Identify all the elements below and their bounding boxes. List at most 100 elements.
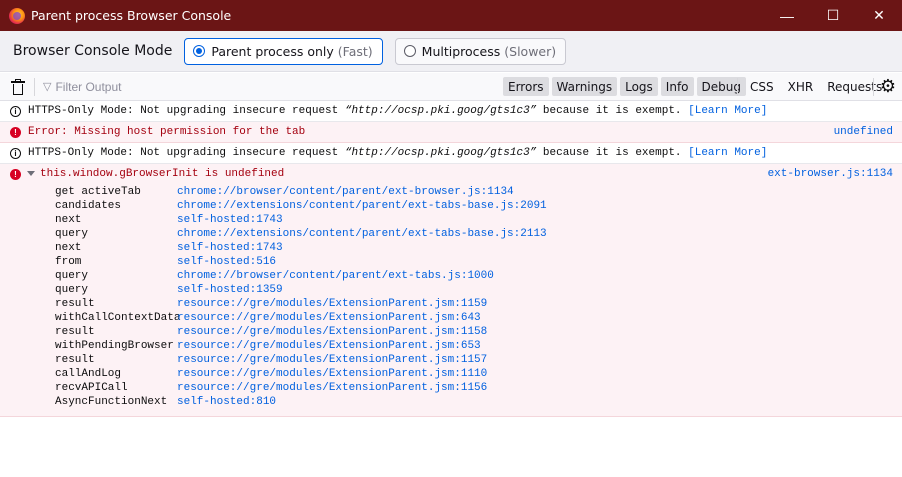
message-text: HTTPS-Only Mode: Not upgrading insecure … bbox=[28, 105, 768, 117]
stack-frame: next self-hosted:1743 bbox=[55, 242, 547, 256]
filter-debug-button[interactable]: Debug bbox=[696, 77, 746, 96]
stack-frame: next self-hosted:1743 bbox=[55, 214, 547, 228]
frame-source-link[interactable]: self-hosted:1359 bbox=[177, 284, 283, 298]
filter-logs-button[interactable]: Logs bbox=[620, 77, 658, 96]
stack-frame: callAndLog resource://gre/modules/Extensi… bbox=[55, 368, 547, 382]
stack-frame: from self-hosted:516 bbox=[55, 256, 547, 270]
frame-function-name: callAndLog bbox=[55, 368, 122, 380]
stack-frame: candidates chrome://extensions/content/pa… bbox=[55, 200, 547, 214]
info-icon: i bbox=[10, 106, 21, 117]
radio-selected-icon[interactable] bbox=[193, 45, 206, 57]
message-text: Error: Missing host permission for the t… bbox=[28, 126, 306, 138]
filter-requests-button[interactable]: Requests bbox=[822, 77, 887, 96]
frame-function-name: query bbox=[55, 284, 89, 296]
window-controls: — ☐ ✕ bbox=[764, 0, 902, 31]
filter-warnings-button[interactable]: Warnings bbox=[551, 77, 618, 96]
firefox-logo-icon bbox=[9, 7, 25, 24]
filter-xhr-button[interactable]: XHR bbox=[783, 77, 819, 96]
frame-function-name: recvAPICall bbox=[55, 382, 128, 394]
frame-source-link[interactable]: self-hosted:1743 bbox=[177, 242, 283, 256]
stack-frame: recvAPICall resource://gre/modules/Extens… bbox=[55, 382, 547, 396]
frame-source-link[interactable]: resource://gre/modules/ExtensionParent.j… bbox=[177, 312, 481, 326]
option-hint: (Slower) bbox=[504, 43, 557, 59]
frame-source-link[interactable]: chrome://extensions/content/parent/ext-t… bbox=[177, 200, 547, 214]
maximize-button[interactable]: ☐ bbox=[810, 0, 856, 31]
message-location-link[interactable]: undefined bbox=[834, 126, 893, 138]
clear-console-trash-icon[interactable] bbox=[11, 78, 25, 95]
learn-more-link[interactable]: [Learn More] bbox=[688, 105, 767, 117]
radio-unselected-icon[interactable] bbox=[403, 45, 416, 57]
title-bar: Parent process Browser Console — ☐ ✕ bbox=[0, 0, 902, 31]
multiprocess-option[interactable]: Multiprocess (Slower) bbox=[394, 37, 567, 65]
log-level-filters: Errors Warnings Logs Info Debug bbox=[503, 77, 746, 96]
frame-function-name: candidates bbox=[55, 200, 122, 212]
parent-process-only-option[interactable]: Parent process only (Fast) bbox=[184, 37, 383, 65]
filter-errors-button[interactable]: Errors bbox=[503, 77, 549, 96]
collapse-twisty-icon[interactable] bbox=[27, 171, 35, 176]
option-hint: (Fast) bbox=[337, 43, 373, 59]
frame-function-name: next bbox=[55, 242, 82, 254]
frame-function-name: result bbox=[55, 326, 95, 338]
console-message-info: i HTTPS-Only Mode: Not upgrading insecur… bbox=[0, 143, 902, 164]
console-mode-bar: Browser Console Mode Parent process only… bbox=[0, 31, 902, 72]
divider bbox=[873, 78, 874, 96]
stack-frame: result resource://gre/modules/ExtensionPa… bbox=[55, 354, 547, 368]
error-icon: ! bbox=[10, 169, 21, 180]
filter-funnel-icon: ▽ bbox=[43, 81, 52, 93]
divider bbox=[34, 77, 35, 96]
stack-frame: result resource://gre/modules/ExtensionPa… bbox=[55, 298, 547, 312]
settings-gear-icon[interactable]: ⚙ bbox=[879, 77, 897, 95]
frame-source-link[interactable]: chrome://extensions/content/parent/ext-t… bbox=[177, 228, 547, 242]
divider bbox=[737, 78, 738, 96]
message-location-link[interactable]: ext-browser.js:1134 bbox=[768, 168, 893, 180]
console-message-info: i HTTPS-Only Mode: Not upgrading insecur… bbox=[0, 101, 902, 122]
frame-source-link[interactable]: chrome://browser/content/parent/ext-tabs… bbox=[177, 270, 494, 284]
minimize-button[interactable]: — bbox=[764, 0, 810, 31]
frame-function-name: withPendingBrowser bbox=[55, 340, 174, 352]
error-icon: ! bbox=[10, 127, 21, 138]
learn-more-link[interactable]: [Learn More] bbox=[688, 147, 767, 159]
stack-frame: withPendingBrowser resource://gre/modules… bbox=[55, 340, 547, 354]
console-output: i HTTPS-Only Mode: Not upgrading insecur… bbox=[0, 101, 902, 477]
filter-css-button[interactable]: CSS bbox=[745, 77, 779, 96]
info-icon: i bbox=[10, 148, 21, 159]
console-toolbar: ▽ Errors Warnings Logs Info Debug CSS XH… bbox=[0, 73, 902, 101]
option-label: Multiprocess bbox=[421, 43, 501, 59]
frame-function-name: withCallContextData bbox=[55, 312, 181, 324]
frame-function-name: query bbox=[55, 228, 89, 240]
frame-source-link[interactable]: chrome://browser/content/parent/ext-brow… bbox=[177, 186, 514, 200]
frame-function-name: AsyncFunctionNext bbox=[55, 396, 168, 408]
stack-frame: query chrome://browser/content/parent/ext… bbox=[55, 270, 547, 284]
frame-source-link[interactable]: resource://gre/modules/ExtensionParent.j… bbox=[177, 354, 487, 368]
console-message-error: ! Error: Missing host permission for the… bbox=[0, 122, 902, 143]
frame-source-link[interactable]: resource://gre/modules/ExtensionParent.j… bbox=[177, 326, 487, 340]
frame-function-name: from bbox=[55, 256, 82, 268]
frame-function-name: query bbox=[55, 270, 89, 282]
window-title: Parent process Browser Console bbox=[31, 8, 232, 23]
stack-frame: query self-hosted:1359 bbox=[55, 284, 547, 298]
frame-source-link[interactable]: self-hosted:810 bbox=[177, 396, 276, 410]
frame-source-link[interactable]: resource://gre/modules/ExtensionParent.j… bbox=[177, 340, 481, 354]
frame-source-link[interactable]: resource://gre/modules/ExtensionParent.j… bbox=[177, 368, 487, 382]
message-text: this.window.gBrowserInit is undefined bbox=[40, 168, 285, 180]
filter-output-input[interactable] bbox=[55, 76, 476, 97]
stack-frame: result resource://gre/modules/ExtensionPa… bbox=[55, 326, 547, 340]
frame-function-name: result bbox=[55, 298, 95, 310]
frame-source-link[interactable]: resource://gre/modules/ExtensionParent.j… bbox=[177, 382, 487, 396]
stack-frame: query chrome://extensions/content/parent/… bbox=[55, 228, 547, 242]
option-label: Parent process only bbox=[211, 43, 334, 59]
close-button[interactable]: ✕ bbox=[856, 0, 902, 31]
frame-source-link[interactable]: resource://gre/modules/ExtensionParent.j… bbox=[177, 298, 487, 312]
frame-function-name: result bbox=[55, 354, 95, 366]
stack-frame: get activeTab chrome://browser/content/pa… bbox=[55, 186, 547, 200]
network-filters: CSS XHR Requests bbox=[745, 77, 887, 96]
frame-function-name: next bbox=[55, 214, 82, 226]
console-mode-label: Browser Console Mode bbox=[13, 43, 173, 59]
console-message-error-expanded: ! this.window.gBrowserInit is undefined … bbox=[0, 164, 902, 417]
filter-info-button[interactable]: Info bbox=[660, 77, 694, 96]
frame-source-link[interactable]: self-hosted:516 bbox=[177, 256, 276, 270]
frame-function-name: get activeTab bbox=[55, 186, 141, 198]
frame-source-link[interactable]: self-hosted:1743 bbox=[177, 214, 283, 228]
stack-frame: AsyncFunctionNext self-hosted:810 bbox=[55, 396, 547, 410]
stack-frame: withCallContextData resource://gre/module… bbox=[55, 312, 547, 326]
